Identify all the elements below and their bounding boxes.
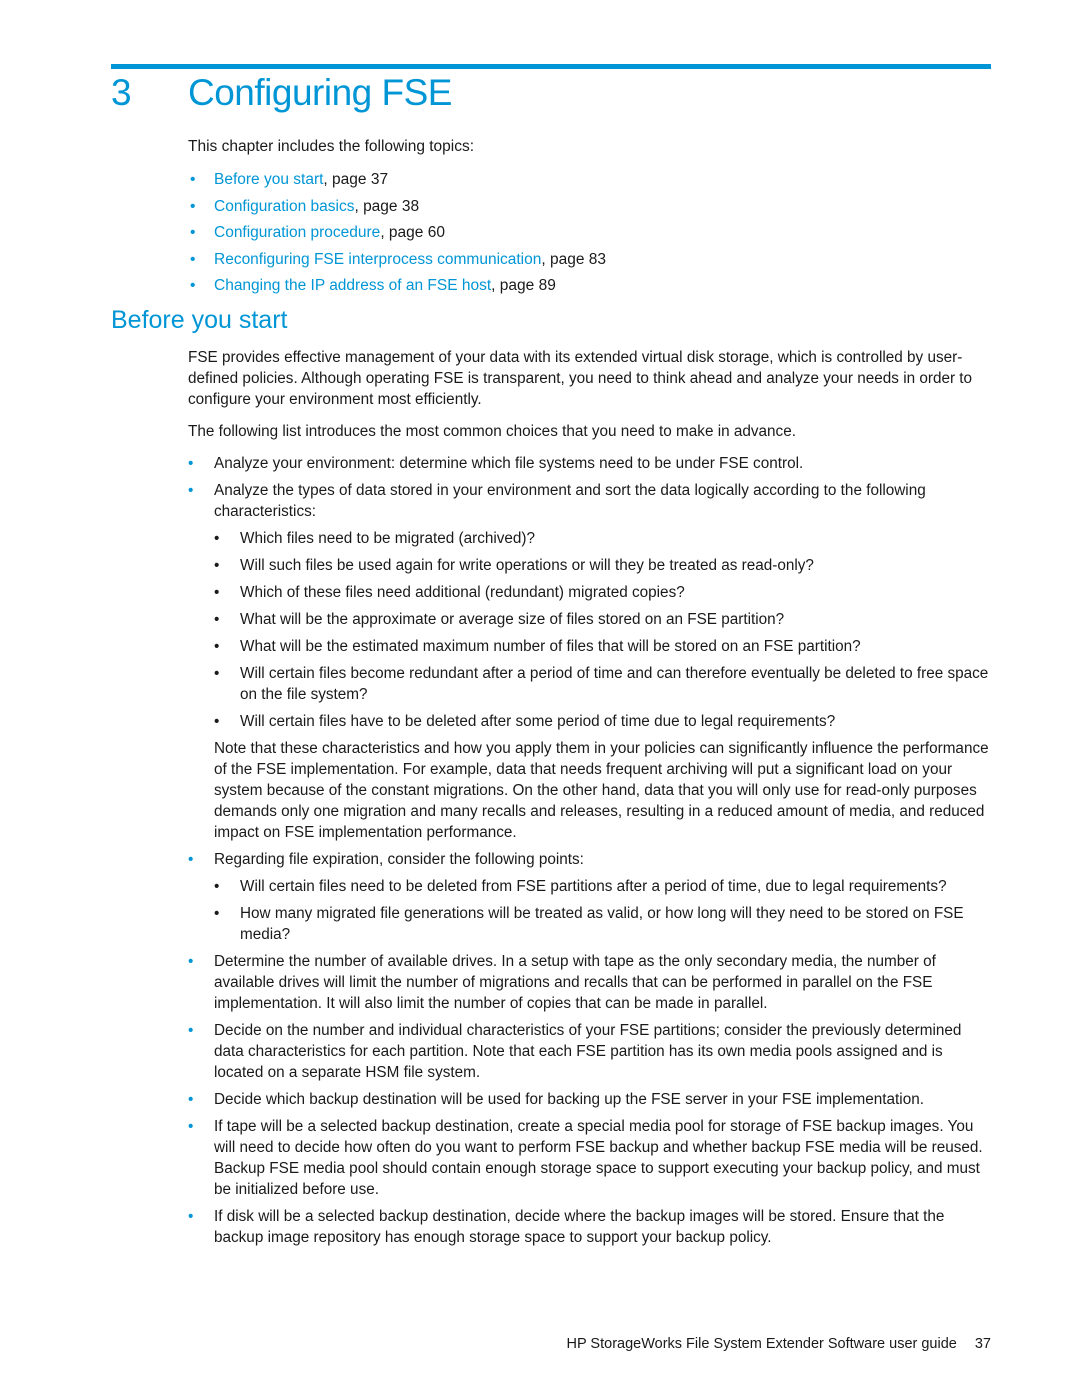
bullet-icon: • [188, 1208, 194, 1225]
bullet-icon: • [188, 1091, 194, 1108]
bullet-icon: • [214, 638, 220, 655]
topic-link-changing-ip[interactable]: Changing the IP address of an FSE host [214, 277, 491, 294]
sub-list: • Will certain files need to be deleted f… [214, 876, 993, 945]
topic-link-reconfiguring-ipc[interactable]: Reconfiguring FSE interprocess communica… [214, 251, 541, 268]
chapter-title: 3 Configuring FSE [111, 72, 452, 114]
bullet-icon: • [214, 665, 220, 682]
section-title: Before you start [111, 306, 288, 334]
bullet-icon: • [188, 953, 194, 970]
paragraph: FSE provides effective management of you… [188, 349, 973, 408]
bullet-icon: • [214, 713, 220, 730]
section-body: FSE provides effective management of you… [188, 347, 993, 1254]
topic-link-configuration-basics[interactable]: Configuration basics [214, 198, 354, 215]
topic-page: , page 60 [380, 224, 445, 241]
bullet-icon: • [190, 250, 196, 268]
page-number: 37 [974, 1336, 991, 1352]
topic-page: , page 89 [491, 277, 556, 294]
sub-item-text: How many migrated file generations will … [240, 905, 964, 943]
sub-list-item: • Will certain files have to be deleted a… [214, 711, 993, 732]
chapter-number: 3 [111, 72, 132, 113]
topic-list: • Before you start, page 37 • Configuratio… [190, 169, 606, 302]
sub-list-item: • Which files need to be migrated (archiv… [214, 528, 993, 549]
bullet-icon: • [188, 1022, 194, 1039]
list-item: • Analyze your environment: determine whi… [188, 453, 993, 474]
bullet-icon: • [214, 584, 220, 601]
sub-item-text: Which files need to be migrated (archive… [240, 530, 536, 547]
bullet-icon: • [188, 482, 194, 499]
chapter-rule [111, 64, 991, 69]
topic-link-before-you-start[interactable]: Before you start [214, 171, 323, 188]
sub-item-text: Will certain files need to be deleted fr… [240, 878, 947, 895]
bullet-icon: • [188, 851, 194, 868]
bullet-icon: • [188, 1118, 194, 1135]
sub-item-text: Which of these files need additional (re… [240, 584, 685, 601]
bullet-icon: • [190, 224, 196, 241]
bullet-icon: • [214, 530, 220, 547]
list-item: • Analyze the types of data stored in you… [188, 480, 993, 843]
sub-list-item: • Which of these files need additional (r… [214, 582, 993, 603]
topic-link-configuration-procedure[interactable]: Configuration procedure [214, 224, 380, 241]
footer-title: HP StorageWorks File System Extender Sof… [566, 1336, 957, 1352]
list-item-text: Determine the number of available drives… [214, 953, 936, 1012]
sub-item-text: Will such files be used again for write … [240, 557, 814, 574]
sub-list-item: • Will certain files need to be deleted f… [214, 876, 993, 897]
bullet-icon: • [190, 197, 196, 215]
list-item: • Regarding file expiration, consider the… [188, 849, 993, 945]
list-item-text: Decide which backup destination will be … [214, 1091, 924, 1108]
chapter-title-text: Configuring FSE [188, 72, 452, 113]
topic-page: , page 38 [354, 197, 420, 215]
sub-list-item: • Will such files be used again for write… [214, 555, 993, 576]
list-item-text: Decide on the number and individual char… [214, 1022, 962, 1081]
list-item-text: Regarding file expiration, consider the … [214, 851, 584, 868]
topic-item: • Changing the IP address of an FSE host,… [190, 275, 606, 302]
list-item-text: If disk will be a selected backup destin… [214, 1208, 945, 1246]
sub-list: • Which files need to be migrated (archiv… [214, 528, 993, 732]
topic-page: , page 83 [541, 250, 607, 268]
note-paragraph: Note that these characteristics and how … [214, 740, 989, 841]
sub-list-item: • What will be the estimated maximum numb… [214, 636, 993, 657]
topic-page: , page 37 [323, 171, 389, 188]
list-item: • Determine the number of available drive… [188, 951, 993, 1014]
bullet-icon: • [188, 455, 194, 472]
topic-item: • Before you start, page 37 [190, 169, 606, 196]
choices-list: • Analyze your environment: determine whi… [188, 453, 993, 1248]
sub-item-text: Will certain files become redundant afte… [240, 665, 989, 703]
bullet-icon: • [214, 611, 220, 628]
topic-item: • Reconfiguring FSE interprocess communic… [190, 249, 606, 276]
sub-list-item: • What will be the approximate or average… [214, 609, 993, 630]
paragraph: The following list introduces the most c… [188, 423, 796, 440]
intro-text: This chapter includes the following topi… [188, 138, 475, 155]
sub-list-item: • How many migrated file generations will… [214, 903, 993, 945]
bullet-icon: • [190, 277, 196, 294]
list-item-text: Analyze the types of data stored in your… [214, 482, 926, 520]
bullet-icon: • [190, 171, 196, 188]
sub-item-text: What will be the approximate or average … [240, 611, 785, 628]
list-item: • Decide on the number and individual cha… [188, 1020, 993, 1083]
list-item: • Decide which backup destination will be… [188, 1089, 993, 1110]
bullet-icon: • [214, 905, 220, 922]
sub-list-item: • Will certain files become redundant aft… [214, 663, 993, 705]
list-item: • If disk will be a selected backup desti… [188, 1206, 993, 1248]
topic-item: • Configuration procedure, page 60 [190, 222, 606, 249]
list-item-text: Analyze your environment: determine whic… [214, 455, 804, 472]
list-item-text: If tape will be a selected backup destin… [214, 1118, 983, 1198]
topic-item: • Configuration basics, page 38 [190, 196, 606, 223]
bullet-icon: • [214, 557, 220, 574]
sub-item-text: Will certain files have to be deleted af… [240, 713, 836, 730]
list-item: • If tape will be a selected backup desti… [188, 1116, 993, 1200]
bullet-icon: • [214, 878, 220, 895]
page-footer: HP StorageWorks File System Extender Sof… [567, 1336, 991, 1352]
sub-item-text: What will be the estimated maximum numbe… [240, 638, 861, 655]
